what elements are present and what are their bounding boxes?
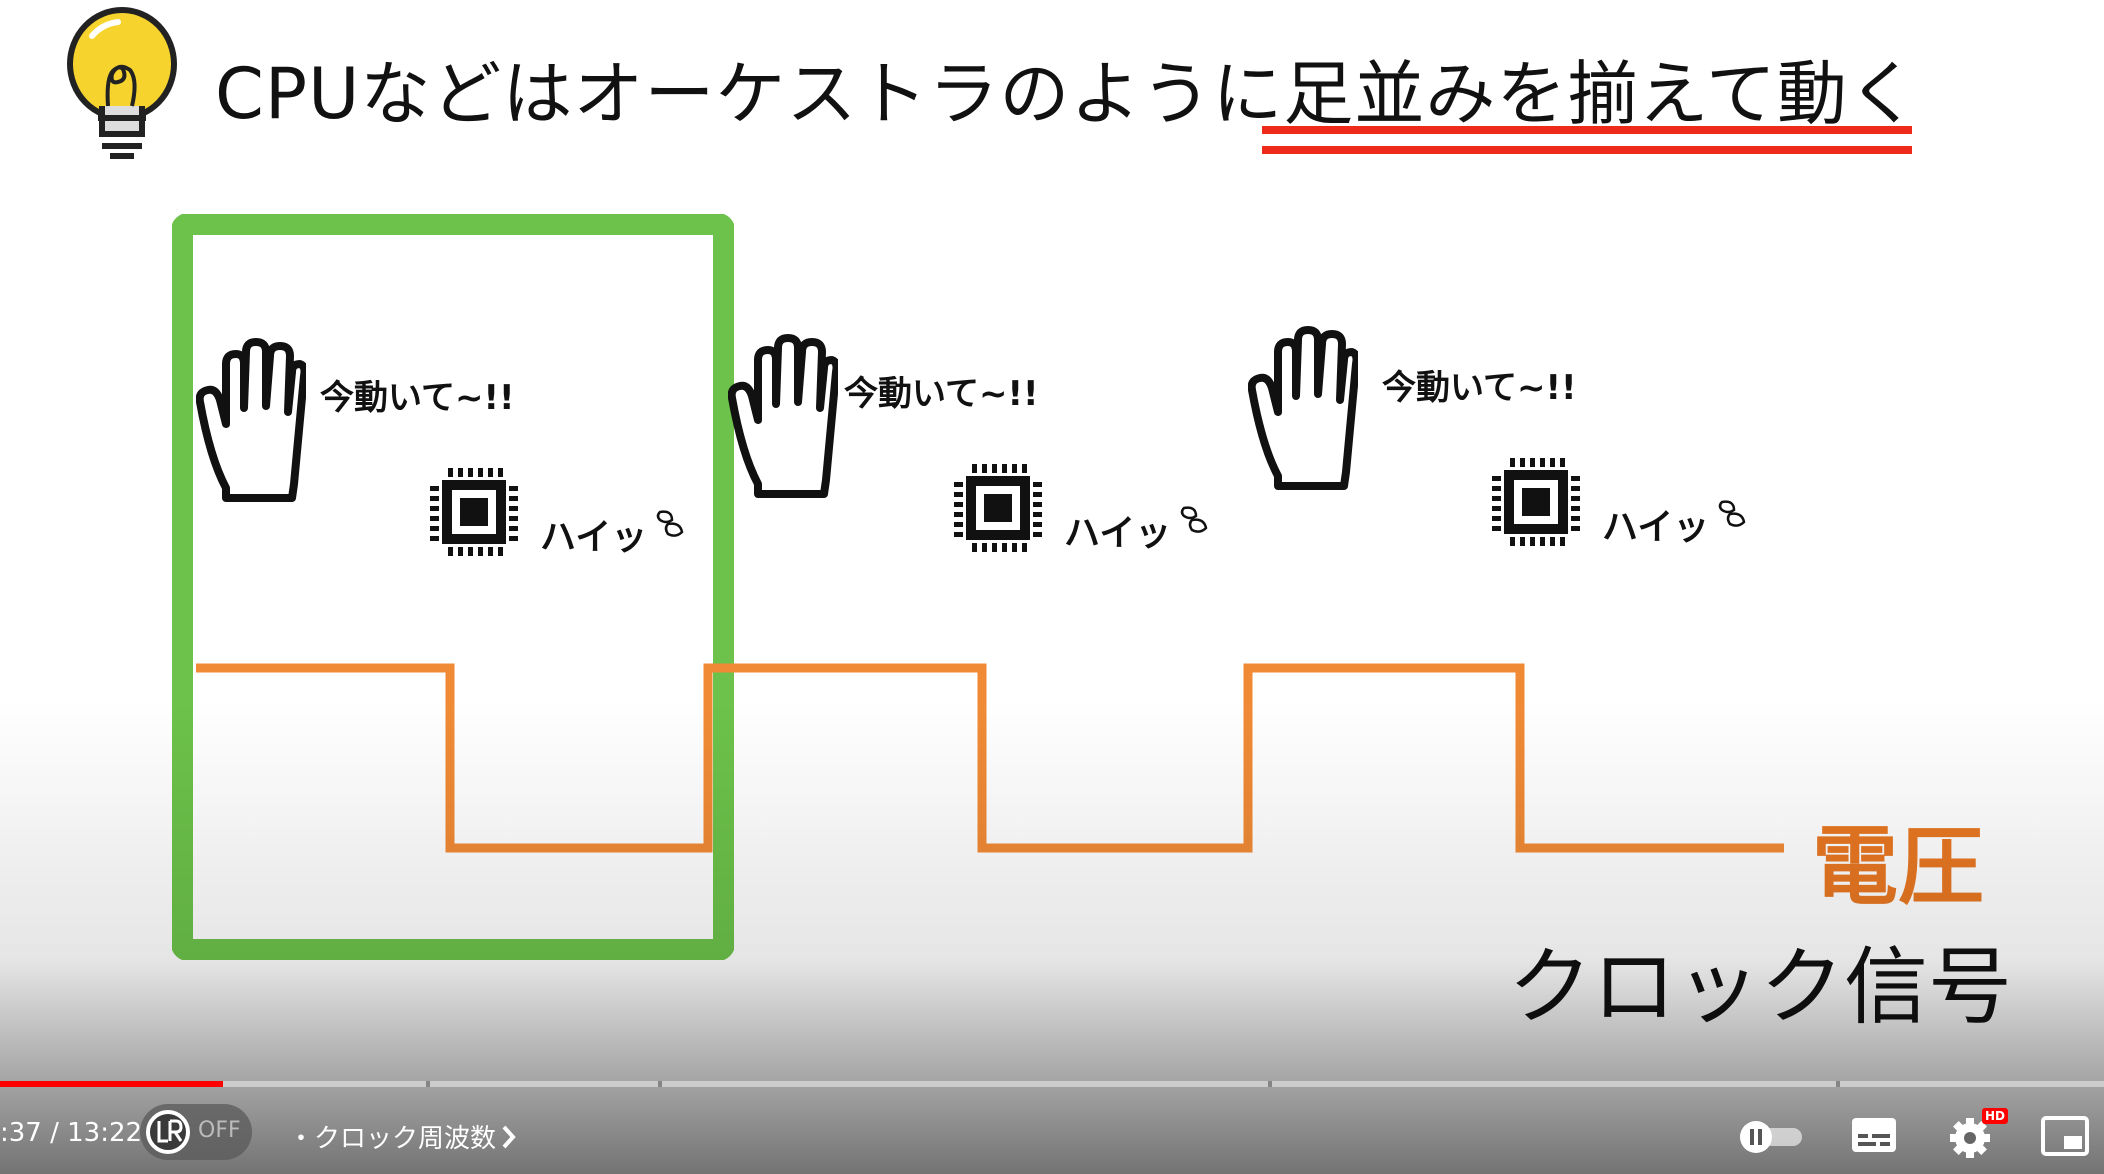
clock-signal-label: クロック信号	[1508, 938, 2013, 1036]
callout-text: 今動いて~!!	[1382, 368, 1577, 408]
lr-toggle-state: OFF	[198, 1118, 241, 1143]
hand-icon	[196, 338, 306, 502]
autoplay-toggle-icon[interactable]	[1730, 1116, 1806, 1156]
subtitles-icon[interactable]	[1850, 1114, 1898, 1156]
clock-signal-waveform	[196, 663, 1784, 853]
chapter-title[interactable]: ・クロック周波数	[288, 1118, 496, 1155]
video-frame[interactable]: CPUなどはオーケストラのように足並みを揃えて動く 今動いて~!! 今動いて~!…	[0, 0, 2104, 1174]
callout-text: 今動いて~!!	[320, 378, 515, 418]
chapter-marker	[1268, 1081, 1272, 1087]
voltage-label: 電圧	[1812, 817, 1984, 917]
chapter-marker	[426, 1081, 430, 1087]
chapter-marker	[1836, 1081, 1840, 1087]
sweat-drop-icon	[656, 510, 684, 537]
sweat-drop-icon	[1180, 506, 1208, 533]
chevron-right-icon[interactable]	[498, 1122, 520, 1152]
callout-text: 今動いて~!!	[844, 374, 1039, 414]
cpu-chip-icon	[1492, 458, 1580, 546]
hand-icon	[1248, 326, 1358, 490]
chapter-marker	[658, 1081, 662, 1087]
reply-text: ハイッ	[540, 517, 648, 558]
language-reactor-icon[interactable]	[144, 1108, 192, 1156]
reply-text: ハイッ	[1064, 513, 1172, 554]
title-underline	[1262, 126, 1912, 154]
cpu-chip-icon	[430, 468, 518, 556]
progress-bar[interactable]	[0, 1081, 2104, 1087]
hd-badge: HD	[1982, 1108, 2008, 1124]
reply-text: ハイッ	[1602, 507, 1710, 548]
miniplayer-icon[interactable]	[2040, 1114, 2090, 1158]
hand-icon	[728, 334, 838, 498]
time-display: :37 / 13:22	[0, 1118, 143, 1148]
progress-played	[0, 1081, 224, 1087]
lightbulb-icon	[67, 7, 177, 159]
cpu-chip-icon	[954, 464, 1042, 552]
sweat-drop-icon	[1718, 500, 1746, 527]
